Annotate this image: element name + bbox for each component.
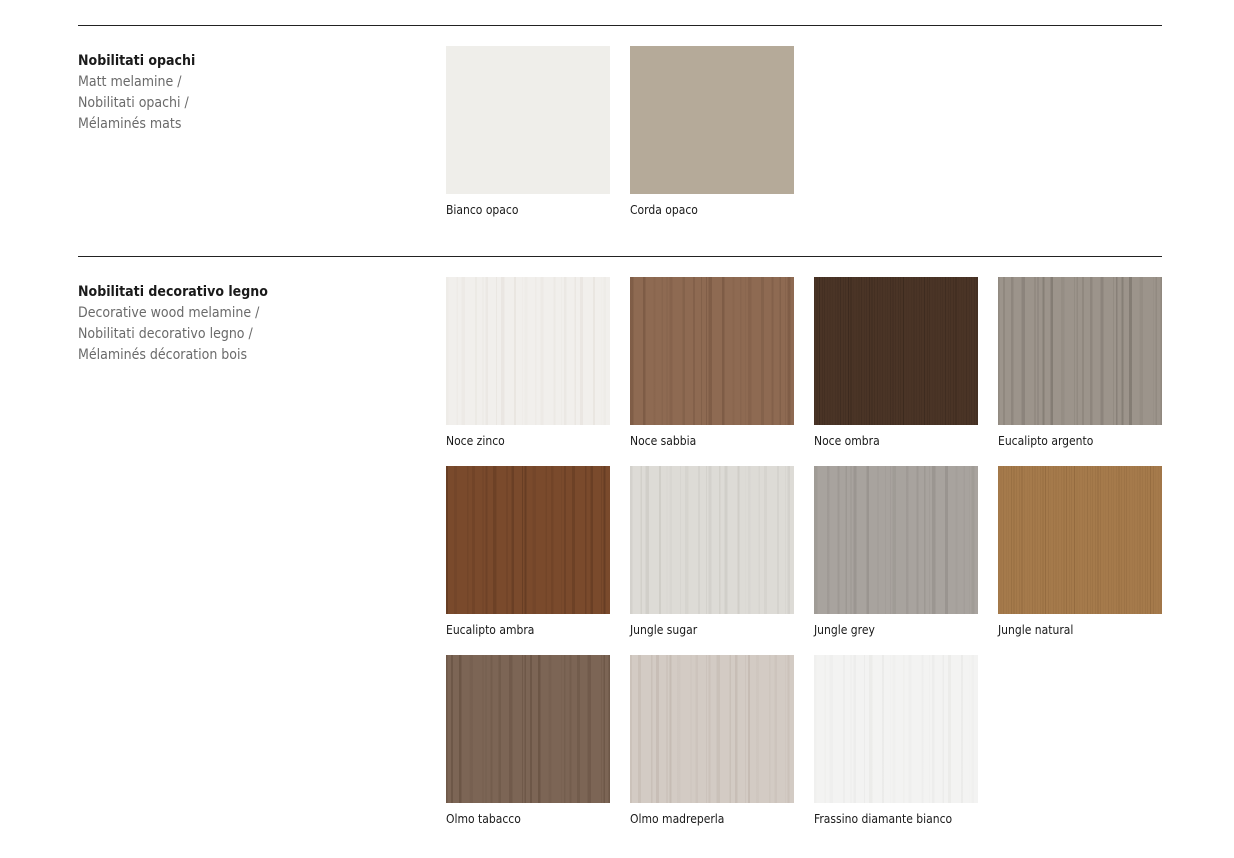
swatch-chip (446, 466, 610, 614)
wood-grain-texture (814, 466, 978, 614)
wood-grain-texture (630, 655, 794, 803)
wood-grain-texture (446, 466, 610, 614)
swatch-chip (630, 655, 794, 803)
swatch-chip (814, 655, 978, 803)
swatch-chip (814, 466, 978, 614)
swatch-bianco-opaco: Bianco opaco (446, 46, 610, 218)
swatch-eucalipto-argento: Eucalipto argento (998, 277, 1162, 449)
swatch-jungle-natural: Jungle natural (998, 466, 1162, 638)
swatch-chip (630, 46, 794, 194)
swatch-chip (630, 277, 794, 425)
section-header-opachi: Nobilitati opachi Matt melamine / Nobili… (78, 51, 408, 135)
section-header-legno: Nobilitati decorativo legno Decorative w… (78, 282, 408, 366)
swatch-label: Noce zinco (446, 434, 505, 448)
swatch-label: Olmo tabacco (446, 812, 521, 826)
wood-grain-texture (814, 655, 978, 803)
wood-grain-texture (814, 277, 978, 425)
section-divider-1 (78, 25, 1162, 26)
swatch-jungle-grey: Jungle grey (814, 466, 978, 638)
swatch-label: Frassino diamante bianco (814, 812, 953, 826)
swatch-noce-zinco: Noce zinco (446, 277, 610, 449)
swatch-label: Jungle sugar (630, 623, 698, 637)
section-subtitle-fr: Mélaminés mats (78, 116, 182, 132)
swatch-olmo-tabacco: Olmo tabacco (446, 655, 610, 827)
swatch-chip (630, 466, 794, 614)
swatch-chip (446, 655, 610, 803)
swatch-label: Jungle grey (814, 623, 875, 637)
section-title: Nobilitati decorativo legno (78, 284, 268, 300)
swatch-eucalipto-ambra: Eucalipto ambra (446, 466, 610, 638)
section-subtitle-en: Matt melamine / (78, 74, 182, 90)
swatch-jungle-sugar: Jungle sugar (630, 466, 794, 638)
swatch-chip (998, 277, 1162, 425)
wood-grain-texture (998, 466, 1162, 614)
swatch-label: Noce sabbia (630, 434, 697, 448)
swatch-chip (446, 46, 610, 194)
swatch-label: Jungle natural (998, 623, 1074, 637)
swatch-frassino-diamante-bianco: Frassino diamante bianco (814, 655, 978, 827)
swatch-label: Eucalipto ambra (446, 623, 535, 637)
section-title: Nobilitati opachi (78, 53, 196, 69)
swatch-chip (446, 277, 610, 425)
swatch-noce-sabbia: Noce sabbia (630, 277, 794, 449)
swatch-chip (998, 466, 1162, 614)
wood-grain-texture (630, 466, 794, 614)
swatch-olmo-madreperla: Olmo madreperla (630, 655, 794, 827)
swatch-label: Bianco opaco (446, 203, 519, 217)
wood-grain-texture (446, 277, 610, 425)
wood-grain-texture (630, 277, 794, 425)
section-subtitle-en: Decorative wood melamine / (78, 305, 260, 321)
section-subtitle-it: Nobilitati opachi / (78, 95, 189, 111)
wood-grain-texture (998, 277, 1162, 425)
wood-grain-texture (446, 655, 610, 803)
section-subtitle-fr: Mélaminés décoration bois (78, 347, 248, 363)
swatch-chip (814, 277, 978, 425)
swatch-label: Eucalipto argento (998, 434, 1094, 448)
swatch-corda-opaco: Corda opaco (630, 46, 794, 218)
section-divider-2 (78, 256, 1162, 257)
swatch-noce-ombra: Noce ombra (814, 277, 978, 449)
swatch-label: Corda opaco (630, 203, 698, 217)
swatch-label: Noce ombra (814, 434, 880, 448)
swatch-label: Olmo madreperla (630, 812, 725, 826)
section-subtitle-it: Nobilitati decorativo legno / (78, 326, 253, 342)
